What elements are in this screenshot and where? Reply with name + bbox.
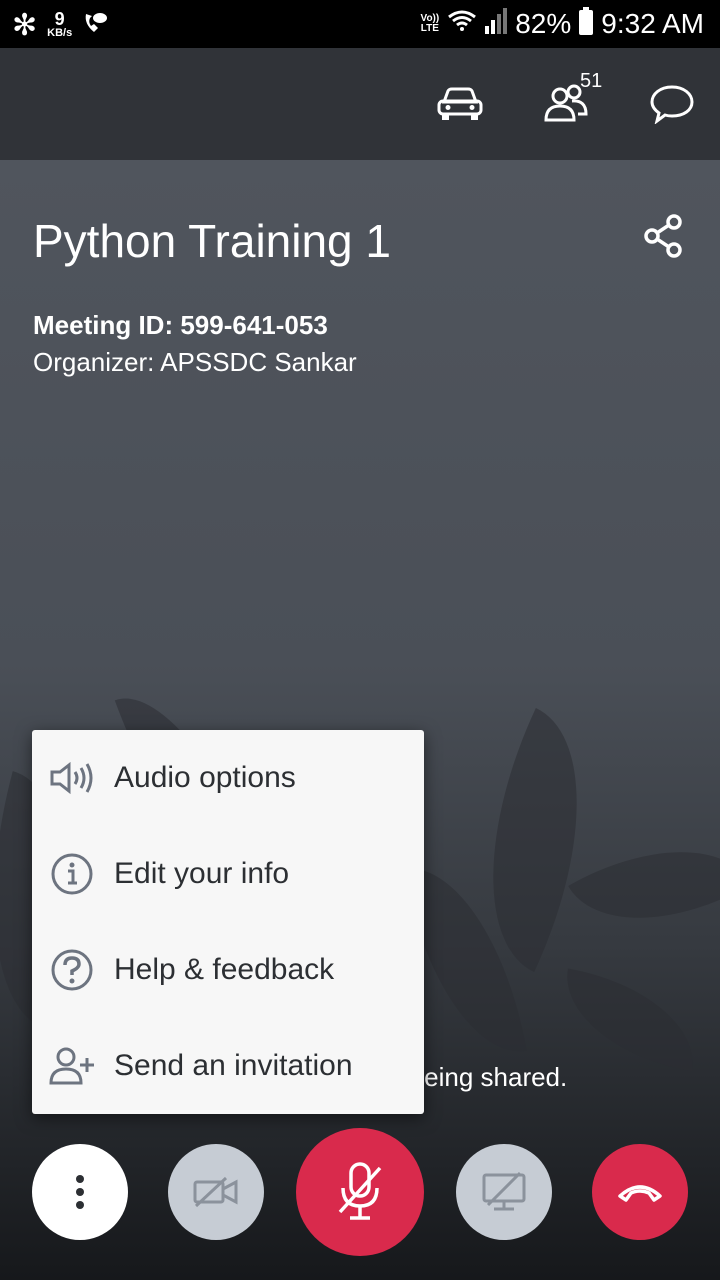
driving-mode-button[interactable] — [432, 76, 488, 132]
menu-item-label: Help & feedback — [114, 953, 335, 986]
chat-button[interactable] — [644, 76, 700, 132]
fan-icon: ✻ — [12, 8, 38, 42]
battery-icon — [579, 6, 594, 42]
end-call-button[interactable] — [592, 1144, 688, 1240]
menu-item-audio-options[interactable]: Audio options — [32, 730, 424, 826]
menu-item-label: Send an invitation — [114, 1049, 353, 1082]
menu-item-label: Edit your info — [114, 857, 290, 890]
hang-up-icon — [618, 1185, 662, 1202]
speaker-icon — [48, 754, 96, 802]
share-icon — [644, 214, 682, 258]
wifi-icon — [447, 8, 477, 40]
more-options-menu: Audio options Edit your info Help & feed… — [32, 730, 424, 1114]
menu-item-send-invitation[interactable]: Send an invitation — [32, 1018, 424, 1114]
add-person-icon — [48, 1042, 96, 1090]
volte-indicator: Vo)) LTE — [420, 13, 440, 34]
signal-icon — [485, 7, 508, 41]
mute-toggle-button[interactable] — [296, 1128, 424, 1256]
video-off-icon — [193, 1176, 238, 1208]
info-icon — [48, 850, 96, 898]
clock: 9:32 AM — [601, 8, 704, 39]
participants-count: 51 — [580, 70, 603, 92]
video-toggle-button[interactable] — [168, 1144, 264, 1240]
participants-button[interactable]: 51 — [538, 70, 602, 132]
meeting-id: Meeting ID: 599-641-053 — [33, 310, 328, 340]
wifi-call-icon — [82, 10, 108, 41]
more-vertical-icon — [76, 1175, 84, 1209]
organizer: Organizer: APSSDC Sankar — [33, 347, 357, 377]
menu-item-label: Audio options — [114, 761, 296, 794]
share-button[interactable] — [640, 212, 688, 260]
status-bar: ✻ 9 KB/s Vo)) LTE 82% 9:32 AM — [0, 0, 720, 48]
help-icon — [48, 946, 96, 994]
battery-percent: 82% — [515, 8, 572, 39]
more-options-button[interactable] — [32, 1144, 128, 1240]
mic-off-icon — [338, 1162, 382, 1220]
network-speed: 9 KB/s — [47, 9, 73, 39]
menu-item-help-feedback[interactable]: Help & feedback — [32, 922, 424, 1018]
meeting-toolbar: 51 — [0, 48, 720, 160]
screen-share-button[interactable] — [456, 1144, 552, 1240]
car-icon — [437, 87, 483, 120]
menu-item-edit-info[interactable]: Edit your info — [32, 826, 424, 922]
chat-icon — [650, 85, 694, 124]
meeting-title: Python Training 1 — [33, 215, 392, 267]
screen-share-off-icon — [482, 1171, 526, 1211]
